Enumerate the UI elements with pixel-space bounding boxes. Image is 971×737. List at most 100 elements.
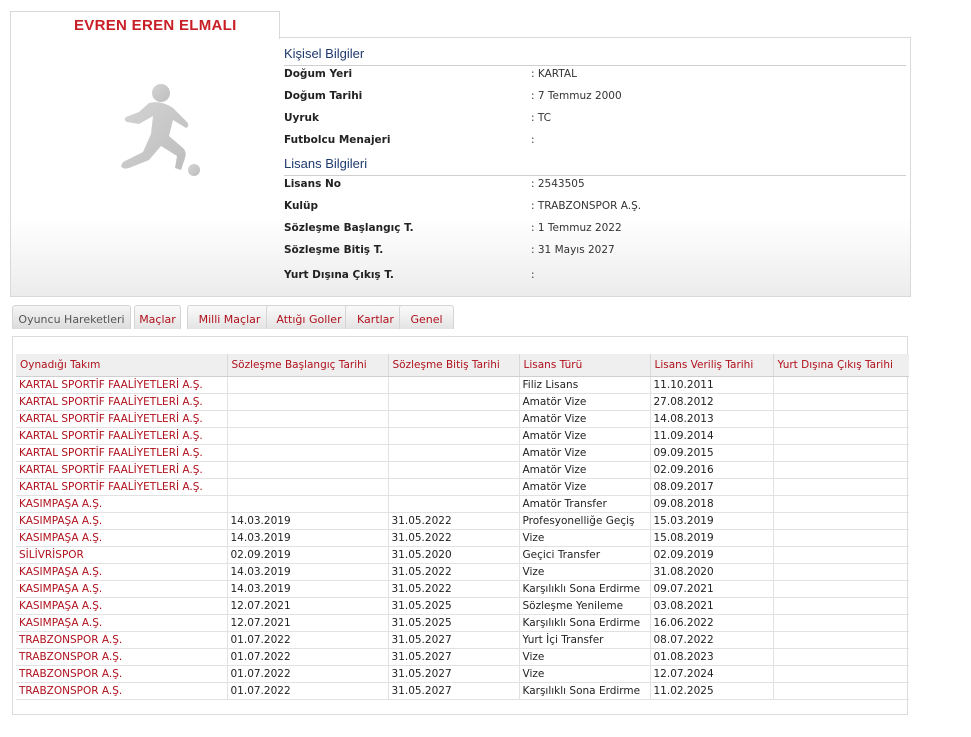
table-row: KASIMPAŞA A.Ş. 14.03.2019 31.05.2022 Karşıl… (16, 580, 909, 598)
table-cell-col-license-type: Geçici Transfer (519, 546, 651, 564)
table-cell-col-team[interactable]: KARTAL SPORTİF FAALİYETLERİ A.Ş. (16, 393, 228, 411)
license-field-label: Lisans No (284, 178, 342, 190)
table-cell-col-contract-start: 14.03.2019 (227, 563, 389, 581)
table-cell-col-team[interactable]: KARTAL SPORTİF FAALİYETLERİ A.Ş. (16, 461, 228, 479)
table-cell-col-license-date: 15.03.2019 (650, 512, 774, 530)
license-field-value: : TRABZONSPOR A.Ş. (531, 200, 642, 212)
table-header-col-contract-start[interactable]: Sözleşme Başlangıç Tarihi (227, 354, 389, 377)
table-row: KARTAL SPORTİF FAALİYETLERİ A.Ş. Amatör V… (16, 444, 909, 462)
table-cell-col-contract-end: 31.05.2027 (388, 665, 520, 683)
personal-field-row: Uyruk: TC (284, 112, 904, 128)
license-info-title: Lisans Bilgileri (284, 156, 906, 176)
table-cell-col-abroad-date (773, 648, 909, 666)
license-field-row: Yurt Dışına Çıkış T.: (284, 269, 904, 285)
table-cell-col-license-date: 11.10.2011 (650, 376, 774, 394)
table-cell-col-team[interactable]: KASIMPAŞA A.Ş. (16, 580, 228, 598)
personal-field-label: Futbolcu Menajeri (284, 134, 391, 146)
table-cell-col-license-date: 09.08.2018 (650, 495, 774, 513)
table-cell-col-license-date: 11.02.2025 (650, 682, 774, 700)
license-field-row: Lisans No : 2543505 (284, 178, 904, 194)
table-cell-col-contract-end: 31.05.2027 (388, 682, 520, 700)
table-header-col-abroad-date[interactable]: Yurt Dışına Çıkış Tarihi (773, 354, 909, 377)
table-cell-col-license-date: 14.08.2013 (650, 410, 774, 428)
table-row: KARTAL SPORTİF FAALİYETLERİ A.Ş. Filiz Li… (16, 376, 909, 394)
player-name-tab: EVREN EREN ELMALI (10, 11, 280, 39)
table-cell-col-team[interactable]: SİLİVRİSPOR (16, 546, 228, 564)
table-cell-col-team[interactable]: KARTAL SPORTİF FAALİYETLERİ A.Ş. (16, 376, 228, 394)
table-cell-col-license-type: Amatör Transfer (519, 495, 651, 513)
tab-2[interactable]: Milli Maçlar (187, 305, 272, 329)
table-cell-col-team[interactable]: KARTAL SPORTİF FAALİYETLERİ A.Ş. (16, 427, 228, 445)
table-cell-col-team[interactable]: KASIMPAŞA A.Ş. (16, 597, 228, 615)
table-cell-col-contract-end: 31.05.2027 (388, 631, 520, 649)
table-cell-col-contract-start (227, 393, 389, 411)
table-cell-col-team[interactable]: KARTAL SPORTİF FAALİYETLERİ A.Ş. (16, 410, 228, 428)
table-cell-col-abroad-date (773, 546, 909, 564)
table-row: KASIMPAŞA A.Ş. 14.03.2019 31.05.2022 Vize 15… (16, 529, 909, 547)
table-cell-col-abroad-date (773, 512, 909, 530)
table-row: KARTAL SPORTİF FAALİYETLERİ A.Ş. Amatör V… (16, 410, 909, 428)
license-field-label: Sözleşme Bitiş T. (284, 244, 384, 256)
table-cell-col-contract-end (388, 461, 520, 479)
soccer-player-silhouette-icon (99, 78, 209, 188)
table-cell-col-abroad-date (773, 529, 909, 547)
table-row: KASIMPAŞA A.Ş. 12.07.2021 31.05.2025 Sözleş… (16, 597, 909, 615)
table-cell-col-team[interactable]: TRABZONSPOR A.Ş. (16, 665, 228, 683)
table-cell-col-license-type: Vize (519, 665, 651, 683)
table-cell-col-contract-start (227, 410, 389, 428)
table-row: TRABZONSPOR A.Ş. 01.07.2022 31.05.2027 Vize… (16, 648, 909, 666)
table-cell-col-team[interactable]: TRABZONSPOR A.Ş. (16, 682, 228, 700)
table-row: KASIMPAŞA A.Ş. 14.03.2019 31.05.2022 Vize 31… (16, 563, 909, 581)
tab-3[interactable]: Attığı Goller (266, 305, 352, 329)
table-cell-col-contract-end (388, 393, 520, 411)
table-cell-col-team[interactable]: KASIMPAŞA A.Ş. (16, 512, 228, 530)
table-cell-col-license-type: Karşılıklı Sona Erdirme (519, 614, 651, 632)
tab-4[interactable]: Kartlar (345, 305, 406, 329)
personal-field-label: Doğum Tarihi (284, 90, 363, 102)
table-cell-col-team[interactable]: KASIMPAŞA A.Ş. (16, 529, 228, 547)
table-cell-col-license-type: Yurt İçi Transfer (519, 631, 651, 649)
table-cell-col-contract-end: 31.05.2022 (388, 580, 520, 598)
table-cell-col-contract-end (388, 427, 520, 445)
table-cell-col-team[interactable]: KASIMPAŞA A.Ş. (16, 563, 228, 581)
table-cell-col-license-date: 03.08.2021 (650, 597, 774, 615)
table-header-col-team[interactable]: Oynadığı Takım (16, 354, 228, 377)
table-header-col-license-type[interactable]: Lisans Türü (519, 354, 651, 377)
table-cell-col-license-type: Amatör Vize (519, 444, 651, 462)
table-row: KARTAL SPORTİF FAALİYETLERİ A.Ş. Amatör V… (16, 393, 909, 411)
table-cell-col-contract-start (227, 444, 389, 462)
table-cell-col-license-type: Vize (519, 563, 651, 581)
tab-5[interactable]: Genel (399, 305, 454, 329)
tab-1[interactable]: Maçlar (134, 305, 181, 329)
table-row: KARTAL SPORTİF FAALİYETLERİ A.Ş. Amatör V… (16, 427, 909, 445)
license-field-row: Sözleşme Başlangıç T.: 1 Temmuz 2022 (284, 222, 904, 238)
table-cell-col-license-type: Filiz Lisans (519, 376, 651, 394)
table-row: KASIMPAŞA A.Ş. Amatör Transfer 09.08.2018 (16, 495, 909, 513)
license-field-value: : (531, 269, 535, 281)
table-cell-col-contract-start: 01.07.2022 (227, 631, 389, 649)
table-header-row: Oynadığı Takım Sözleşme Başlangıç Tarihi S… (16, 354, 909, 377)
table-header-col-contract-end[interactable]: Sözleşme Bitiş Tarihi (388, 354, 520, 377)
table-cell-col-team[interactable]: KARTAL SPORTİF FAALİYETLERİ A.Ş. (16, 478, 228, 496)
tab-0[interactable]: Oyuncu Hareketleri (12, 305, 131, 329)
table-cell-col-team[interactable]: KASIMPAŞA A.Ş. (16, 614, 228, 632)
table-cell-col-abroad-date (773, 580, 909, 598)
table-cell-col-contract-start: 14.03.2019 (227, 580, 389, 598)
table-cell-col-team[interactable]: KASIMPAŞA A.Ş. (16, 495, 228, 513)
license-field-value: : 1 Temmuz 2022 (531, 222, 622, 234)
table-cell-col-license-type: Vize (519, 648, 651, 666)
player-movements-panel: Oynadığı Takım Sözleşme Başlangıç Tarihi S… (12, 336, 909, 715)
personal-field-row: Futbolcu Menajeri: (284, 134, 904, 150)
license-field-value: : 2543505 (531, 178, 585, 190)
license-field-label: Yurt Dışına Çıkış T. (284, 269, 394, 281)
table-cell-col-abroad-date (773, 631, 909, 649)
table-header-col-license-date[interactable]: Lisans Veriliş Tarihi (650, 354, 774, 377)
license-field-row: Kulüp: TRABZONSPOR A.Ş. (284, 200, 904, 216)
table-cell-col-team[interactable]: TRABZONSPOR A.Ş. (16, 631, 228, 649)
table-cell-col-team[interactable]: TRABZONSPOR A.Ş. (16, 648, 228, 666)
player-name: EVREN EREN ELMALI (74, 17, 237, 34)
table-cell-col-license-date: 11.09.2014 (650, 427, 774, 445)
table-cell-col-team[interactable]: KARTAL SPORTİF FAALİYETLERİ A.Ş. (16, 444, 228, 462)
table-cell-col-license-type: Profesyonelliğe Geçiş (519, 512, 651, 530)
table-row: KARTAL SPORTİF FAALİYETLERİ A.Ş. Amatör V… (16, 461, 909, 479)
